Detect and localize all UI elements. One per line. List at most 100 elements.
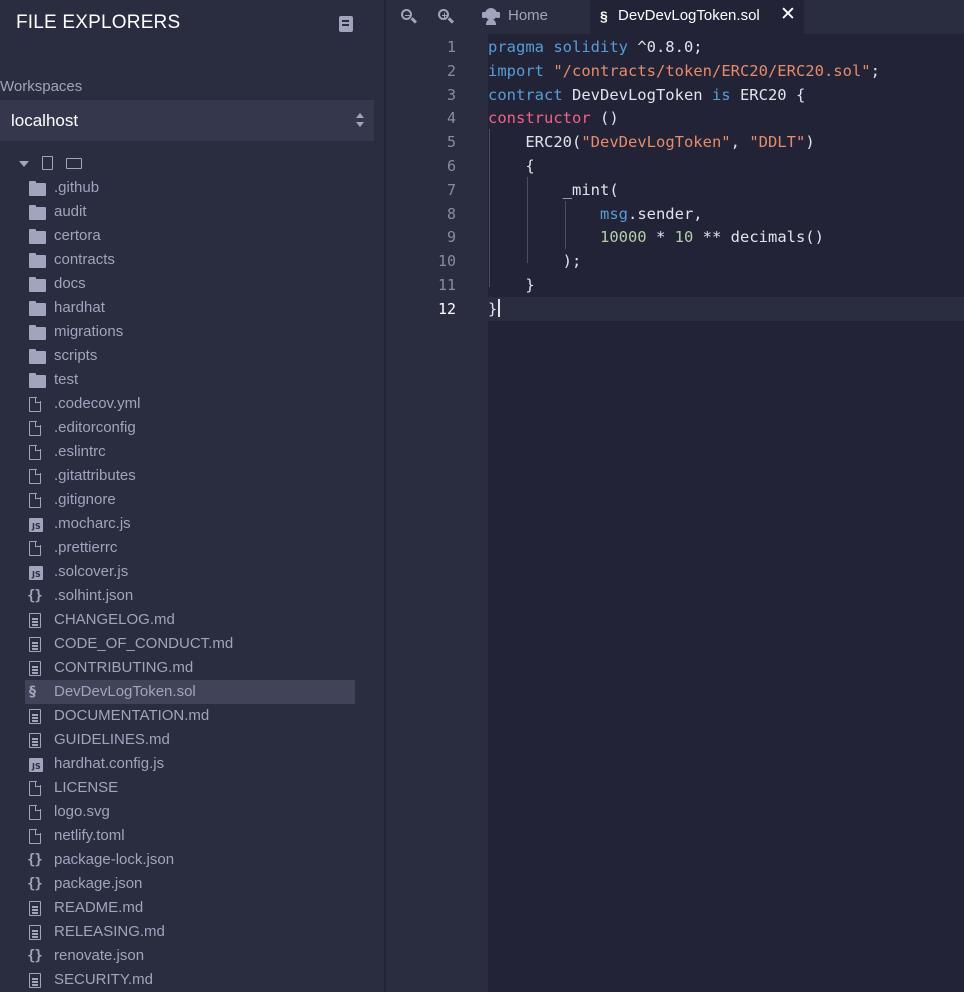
file-icon bbox=[29, 420, 42, 436]
file-label: .solcover.js bbox=[54, 563, 129, 580]
file-item-selected[interactable]: § DevDevLogToken.sol bbox=[25, 680, 355, 704]
current-line-highlight bbox=[488, 297, 964, 321]
file-item[interactable]: DOCUMENTATION.md bbox=[25, 704, 355, 728]
indent-guide bbox=[527, 177, 528, 263]
folder-item[interactable]: certora bbox=[25, 224, 355, 248]
file-item[interactable]: CONTRIBUTING.md bbox=[25, 656, 355, 680]
file-item[interactable]: README.md bbox=[25, 896, 355, 920]
file-item[interactable]: {} package-lock.json bbox=[25, 848, 355, 872]
file-item[interactable]: RELEASING.md bbox=[25, 920, 355, 944]
json-icon: {} bbox=[27, 588, 43, 604]
close-icon[interactable]: ✕ bbox=[780, 4, 796, 26]
code-token: _mint( bbox=[488, 180, 619, 199]
code-token: 10000 bbox=[599, 228, 647, 247]
tab-home[interactable]: Home bbox=[474, 0, 591, 34]
js-icon bbox=[29, 518, 43, 532]
folder-item[interactable]: .github bbox=[25, 176, 355, 200]
file-item[interactable]: {} renovate.json bbox=[25, 944, 355, 968]
file-icon bbox=[29, 492, 42, 508]
folder-item[interactable]: audit bbox=[25, 200, 355, 224]
file-icon bbox=[29, 468, 42, 484]
panel-title: FILE EXPLORERS bbox=[16, 12, 181, 33]
zoom-in-icon[interactable] bbox=[437, 7, 457, 27]
file-item[interactable]: .editorconfig bbox=[25, 416, 355, 440]
code-token: } bbox=[488, 299, 498, 318]
file-label: .github bbox=[54, 179, 100, 196]
file-item[interactable]: .solcover.js bbox=[25, 560, 355, 584]
file-item[interactable]: hardhat.config.js bbox=[25, 752, 355, 776]
folder-icon bbox=[29, 229, 46, 244]
code-token: ) bbox=[805, 133, 815, 152]
code-token: constructor bbox=[488, 109, 591, 128]
code-token: is bbox=[711, 85, 731, 104]
file-item[interactable]: .eslintrc bbox=[25, 440, 355, 464]
line-number: 2 bbox=[446, 61, 456, 80]
file-label: scripts bbox=[54, 347, 98, 364]
code-token: 10 bbox=[674, 228, 694, 247]
md-icon bbox=[29, 637, 41, 652]
file-label: .codecov.yml bbox=[54, 395, 141, 412]
indent-guide bbox=[489, 129, 490, 287]
file-item[interactable]: {} .solhint.json bbox=[25, 584, 355, 608]
file-icon bbox=[29, 444, 42, 460]
workspace-select[interactable]: localhost bbox=[0, 100, 374, 141]
folder-item[interactable]: migrations bbox=[25, 320, 355, 344]
file-label: LICENSE bbox=[54, 779, 119, 796]
solidity-icon: § bbox=[600, 8, 608, 24]
line-number: 11 bbox=[437, 276, 456, 294]
caret-down-icon[interactable] bbox=[19, 161, 29, 167]
file-item[interactable]: logo.svg bbox=[25, 800, 355, 824]
new-folder-icon[interactable] bbox=[66, 158, 82, 169]
file-label: CHANGELOG.md bbox=[54, 611, 175, 628]
file-item[interactable]: .mocharc.js bbox=[25, 512, 355, 536]
code-line: constructor () bbox=[488, 106, 619, 130]
zoom-out-icon[interactable] bbox=[400, 7, 420, 27]
md-icon bbox=[29, 973, 41, 988]
file-item[interactable]: {} package.json bbox=[25, 872, 355, 896]
folder-item[interactable]: contracts bbox=[25, 248, 355, 272]
sol-icon: § bbox=[29, 684, 36, 700]
md-icon bbox=[29, 613, 41, 628]
code-token: "/contracts/token/ERC20/ERC20.sol" bbox=[553, 61, 871, 80]
code-token: ; bbox=[870, 61, 880, 80]
file-label: CODE_OF_CONDUCT.md bbox=[54, 635, 234, 652]
tree-root bbox=[18, 155, 98, 173]
file-item[interactable]: LICENSE bbox=[25, 776, 355, 800]
text-cursor bbox=[498, 298, 500, 317]
code-token: import bbox=[488, 61, 544, 80]
folder-item[interactable]: test bbox=[25, 368, 355, 392]
file-label: DevDevLogToken.sol bbox=[54, 683, 196, 700]
code-token: ERC20 { bbox=[730, 85, 806, 104]
file-item[interactable]: .gitignore bbox=[25, 488, 355, 512]
book-icon[interactable] bbox=[339, 16, 353, 32]
tab-devdevlogtoken[interactable]: § DevDevLogToken.sol ✕ bbox=[590, 0, 804, 34]
file-label: renovate.json bbox=[54, 947, 145, 964]
file-item[interactable]: netlify.toml bbox=[25, 824, 355, 848]
file-item[interactable]: CODE_OF_CONDUCT.md bbox=[25, 632, 355, 656]
code-token: * bbox=[646, 228, 675, 247]
file-item[interactable]: .prettierrc bbox=[25, 536, 355, 560]
code-token: contract bbox=[488, 85, 563, 104]
code-token: ERC20( bbox=[488, 133, 582, 152]
folder-item[interactable]: hardhat bbox=[25, 296, 355, 320]
tab-home-label: Home bbox=[508, 7, 549, 24]
line-number: 9 bbox=[446, 228, 456, 247]
file-explorer-panel: FILE EXPLORERS Workspaces localhost .git… bbox=[0, 0, 384, 992]
file-item[interactable]: GUIDELINES.md bbox=[25, 728, 355, 752]
file-item[interactable]: .codecov.yml bbox=[25, 392, 355, 416]
file-item[interactable]: .gitattributes bbox=[25, 464, 355, 488]
md-icon bbox=[29, 733, 41, 748]
line-number: 4 bbox=[446, 109, 456, 128]
code-token: pragma solidity bbox=[488, 38, 628, 56]
new-file-icon[interactable] bbox=[42, 156, 53, 170]
file-icon bbox=[29, 780, 42, 796]
file-label: audit bbox=[54, 203, 87, 220]
folder-item[interactable]: docs bbox=[25, 272, 355, 296]
file-label: logo.svg bbox=[54, 803, 110, 820]
file-item[interactable]: SECURITY.md bbox=[25, 968, 355, 992]
folder-item[interactable]: scripts bbox=[25, 344, 355, 368]
file-item[interactable]: CHANGELOG.md bbox=[25, 608, 355, 632]
code-token: { bbox=[488, 157, 535, 175]
md-icon bbox=[29, 901, 41, 916]
